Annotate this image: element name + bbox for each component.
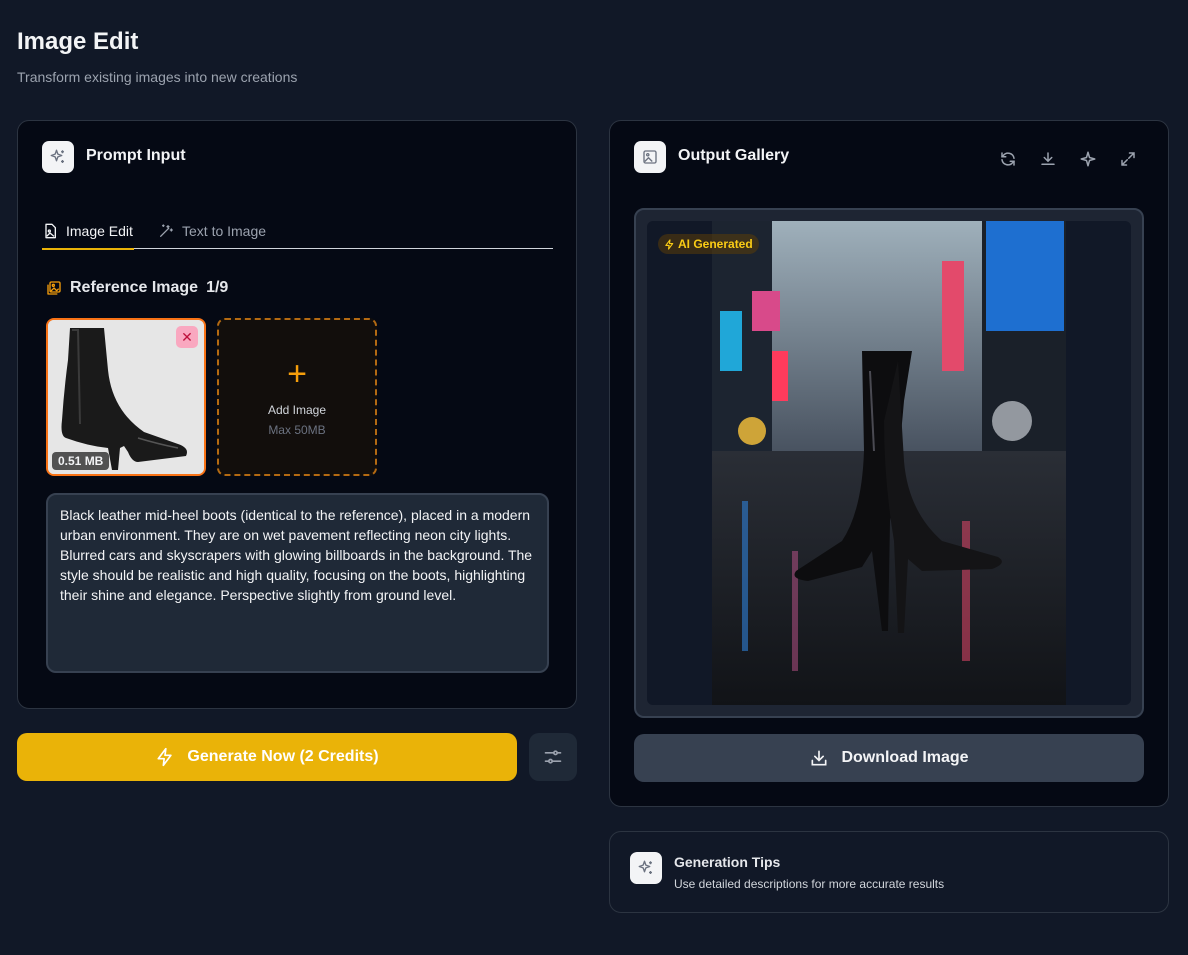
page-title: Image Edit xyxy=(17,28,139,55)
prompt-textarea[interactable]: Black leather mid-heel boots (identical … xyxy=(46,493,549,673)
download-image-button[interactable]: Download Image xyxy=(634,734,1144,782)
tips-title: Generation Tips xyxy=(674,854,781,870)
prompt-input-card: Prompt Input Image Edit Text to Image Re… xyxy=(17,120,577,709)
image-icon xyxy=(634,141,666,173)
tips-text: Use detailed descriptions for more accur… xyxy=(674,877,945,891)
expand-icon[interactable] xyxy=(1116,147,1140,171)
ai-generated-badge: AI Generated xyxy=(658,234,759,254)
generate-label: Generate Now (2 Credits) xyxy=(187,748,379,765)
reference-image-label: Reference Image xyxy=(70,279,199,296)
reference-thumbnail[interactable]: ✕ 0.51 MB xyxy=(46,318,206,476)
add-image-label: Add Image xyxy=(267,403,327,417)
download-icon xyxy=(811,750,827,766)
remove-reference-button[interactable]: ✕ xyxy=(176,326,198,348)
image-stack-icon xyxy=(47,281,61,295)
generated-image[interactable] xyxy=(712,221,1066,705)
plus-icon: + xyxy=(287,355,307,393)
download-label: Download Image xyxy=(841,749,969,766)
reference-image-header: Reference Image 1/9 xyxy=(46,279,228,297)
reference-image-count: 1/9 xyxy=(206,279,229,296)
output-gallery-card: Output Gallery AI Generated Download Ima… xyxy=(609,120,1169,807)
add-image-limit: Max 50MB xyxy=(268,423,326,437)
page-subtitle: Transform existing images into new creat… xyxy=(17,69,298,85)
file-size-badge: 0.51 MB xyxy=(52,452,110,470)
refresh-icon[interactable] xyxy=(996,147,1020,171)
tab-image-edit[interactable]: Image Edit xyxy=(42,213,134,250)
generate-button[interactable]: Generate Now (2 Credits) xyxy=(17,733,517,781)
magic-wand-icon xyxy=(160,224,173,237)
settings-button[interactable] xyxy=(529,733,577,781)
tab-label: Image Edit xyxy=(66,223,133,239)
output-preview: AI Generated xyxy=(634,208,1144,718)
mode-tabs: Image Edit Text to Image xyxy=(42,213,553,250)
preview-canvas: AI Generated xyxy=(647,221,1131,705)
file-image-icon xyxy=(45,223,56,239)
sparkles-icon xyxy=(630,852,662,884)
output-gallery-title: Output Gallery xyxy=(678,147,790,164)
ai-generated-label: AI Generated xyxy=(678,237,753,251)
sliders-icon xyxy=(544,750,562,764)
generated-boots-image xyxy=(712,221,1066,705)
tab-text-to-image[interactable]: Text to Image xyxy=(158,213,266,249)
lightning-icon xyxy=(665,238,674,250)
lightning-icon xyxy=(157,747,173,767)
sparkles-icon xyxy=(42,141,74,173)
tab-label: Text to Image xyxy=(182,223,267,239)
add-image-button[interactable]: + Add Image Max 50MB xyxy=(217,318,377,476)
sparkle-icon[interactable] xyxy=(1076,147,1100,171)
download-icon[interactable] xyxy=(1036,147,1060,171)
generation-tips-card: Generation Tips Use detailed description… xyxy=(609,831,1169,913)
prompt-input-title: Prompt Input xyxy=(86,147,186,164)
